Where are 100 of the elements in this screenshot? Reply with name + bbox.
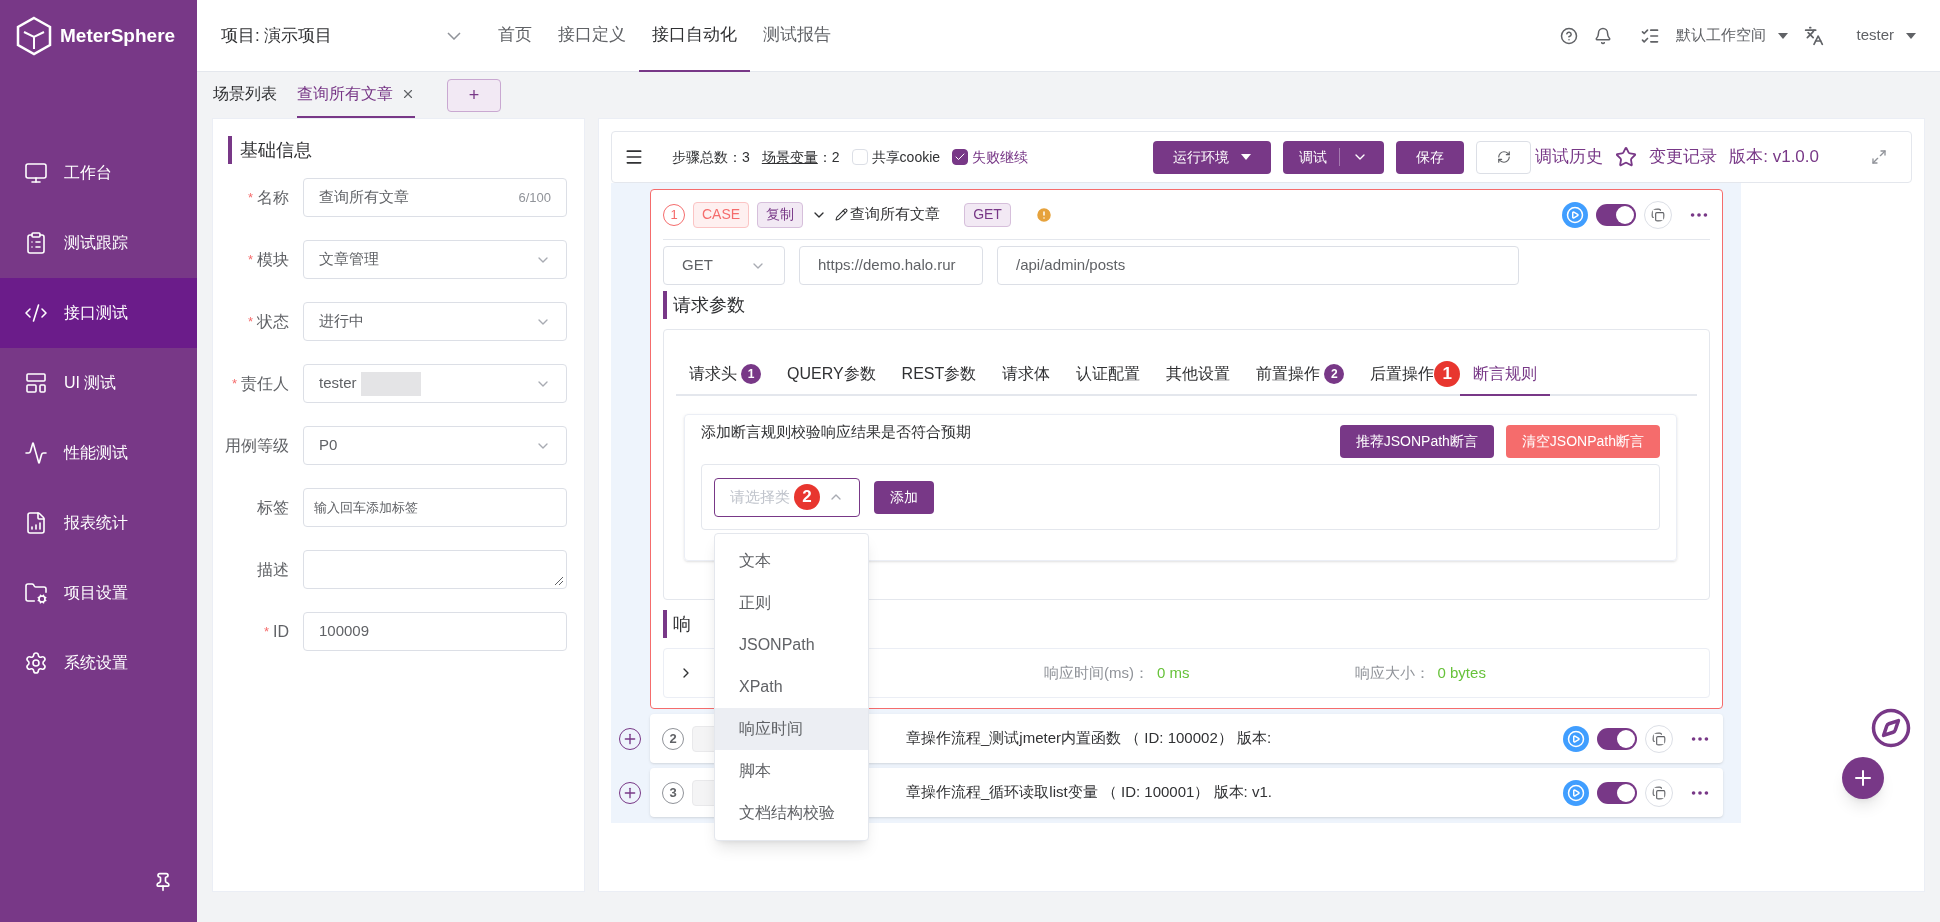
- user-menu[interactable]: tester: [1856, 24, 1916, 47]
- required-mark: *: [247, 188, 253, 207]
- field-label: ID: [273, 621, 289, 642]
- select-field[interactable]: P0: [303, 426, 567, 465]
- select-field[interactable]: 进行中: [303, 302, 567, 341]
- param-tab[interactable]: 认证配置: [1063, 354, 1154, 396]
- add-button[interactable]: 添加: [874, 480, 934, 514]
- caret-icon: [1906, 32, 1916, 39]
- type-select[interactable]: 请选择类 2: [714, 477, 860, 517]
- param-tab[interactable]: 后置操作: [1357, 354, 1435, 396]
- select-field[interactable]: 文章管理: [303, 240, 567, 279]
- change-log-link[interactable]: 变更记录: [1649, 144, 1718, 170]
- checkbox[interactable]: 共享cookie: [851, 146, 941, 168]
- save-button[interactable]: 保存: [1396, 140, 1465, 174]
- menu-icon[interactable]: [624, 147, 644, 167]
- star-icon[interactable]: [1615, 146, 1638, 168]
- sidebar-item[interactable]: 系统设置: [0, 628, 197, 698]
- param-tab[interactable]: REST参数: [888, 354, 990, 396]
- dropdown-option[interactable]: 响应时间: [715, 708, 868, 750]
- assertion-hint: 添加断言规则校验响应结果是否符合预期: [701, 422, 971, 442]
- caret-icon: [1241, 154, 1252, 160]
- language-icon[interactable]: [1804, 25, 1825, 46]
- nav-icon: [24, 651, 48, 675]
- nav-icon: [24, 511, 48, 535]
- param-tab[interactable]: 请求头 1: [676, 354, 774, 396]
- run-icon[interactable]: [1562, 201, 1588, 228]
- response-time: 0 ms: [1157, 662, 1190, 683]
- description-field[interactable]: [303, 550, 567, 589]
- annotation-marker: 2: [794, 484, 820, 510]
- text-field[interactable]: 输入回车添加标签: [303, 488, 567, 527]
- pin-icon[interactable]: [153, 872, 173, 892]
- add-fab[interactable]: [1842, 757, 1884, 799]
- field-label: 描述: [257, 559, 289, 580]
- count-badge: 2: [1324, 364, 1345, 384]
- scene-variable-link[interactable]: 场景变量: [761, 146, 818, 168]
- sidebar-item[interactable]: 性能测试: [0, 418, 197, 488]
- method-select[interactable]: GET: [663, 246, 785, 285]
- add-tab-button[interactable]: +: [447, 79, 501, 112]
- run-icon[interactable]: [1563, 779, 1589, 806]
- dropdown-option[interactable]: JSONPath: [715, 624, 868, 666]
- logo-icon: [16, 16, 52, 56]
- sidebar-item[interactable]: 接口测试: [0, 278, 197, 348]
- nav-tab[interactable]: 测试报告: [750, 0, 844, 72]
- environment-button[interactable]: 运行环境: [1153, 140, 1272, 174]
- sidebar-item[interactable]: 报表统计: [0, 488, 197, 558]
- debug-history-link[interactable]: 调试历史: [1535, 144, 1604, 170]
- close-icon[interactable]: [401, 87, 415, 101]
- run-icon[interactable]: [1563, 725, 1589, 752]
- step-title: 章操作流程_测试jmeter内置函数 （ ID: 100002） 版本:: [906, 728, 1272, 749]
- scene-list-tab[interactable]: 场景列表: [213, 82, 277, 118]
- version-label: 版本: v1.0.0: [1729, 146, 1819, 169]
- nav-tab[interactable]: 接口自动化: [639, 0, 750, 72]
- dropdown-option[interactable]: XPath: [715, 666, 868, 708]
- debug-button[interactable]: 调试: [1283, 140, 1385, 174]
- section-title: 请求参数: [673, 293, 745, 317]
- param-tab[interactable]: 前置操作 2: [1243, 354, 1358, 396]
- select-field[interactable]: tester: [303, 364, 567, 403]
- project-select[interactable]: 项目: 演示项目: [221, 22, 461, 49]
- workspace-select[interactable]: 默认工作空间: [1676, 24, 1789, 47]
- toggle-switch[interactable]: [1596, 203, 1636, 226]
- nav-icon: [24, 371, 48, 395]
- param-tab[interactable]: 其他设置: [1153, 354, 1244, 396]
- dropdown-option[interactable]: 文档结构校验: [715, 792, 868, 834]
- nav-icon: [24, 441, 48, 465]
- domain-field[interactable]: https://demo.halo.rur: [799, 246, 983, 285]
- copy-tag: 复制: [757, 201, 804, 228]
- caret-icon: [1778, 32, 1789, 39]
- sidebar-item[interactable]: 测试跟踪: [0, 208, 197, 278]
- required-mark: *: [247, 312, 253, 331]
- toggle-switch[interactable]: [1597, 727, 1637, 750]
- sidebar-item[interactable]: 项目设置: [0, 558, 197, 628]
- nav-tab[interactable]: 首页: [485, 0, 545, 72]
- param-tab[interactable]: QUERY参数: [774, 354, 889, 396]
- section-title: 基础信息: [240, 138, 312, 162]
- param-tab[interactable]: 请求体: [989, 354, 1064, 396]
- step-title: 章操作流程_循环读取list变量 （ ID: 100001） 版本: v1.: [906, 782, 1272, 803]
- required-mark: *: [263, 622, 269, 641]
- path-field[interactable]: /api/admin/posts: [997, 246, 1519, 285]
- field-label: 标签: [257, 497, 289, 518]
- nav-tab[interactable]: 接口定义: [545, 0, 639, 72]
- param-tab[interactable]: 断言规则: [1460, 354, 1551, 396]
- bell-icon[interactable]: [1594, 26, 1613, 45]
- dropdown-option[interactable]: 脚本: [715, 750, 868, 792]
- toggle-switch[interactable]: [1597, 781, 1637, 804]
- check-icon: [954, 151, 967, 163]
- refresh-icon: [1496, 150, 1511, 164]
- edit-icon[interactable]: [835, 208, 849, 221]
- dropdown-option[interactable]: 正则: [715, 582, 868, 624]
- section-title: 响: [673, 612, 691, 636]
- sidebar-item[interactable]: 工作台: [0, 138, 197, 208]
- sidebar-item[interactable]: UI 测试: [0, 348, 197, 418]
- required-mark: *: [231, 374, 237, 393]
- help-icon[interactable]: [1560, 26, 1579, 45]
- text-field[interactable]: 100009: [303, 612, 567, 651]
- resize-handle-icon[interactable]: [555, 577, 563, 585]
- recommend-button[interactable]: 推荐JSONPath断言: [1339, 425, 1494, 458]
- text-field[interactable]: 查询所有文章 6/100: [303, 178, 567, 217]
- chevron-icon: [447, 31, 461, 40]
- checkbox[interactable]: 失败继续: [952, 146, 1029, 168]
- dropdown-option[interactable]: 文本: [715, 540, 868, 582]
